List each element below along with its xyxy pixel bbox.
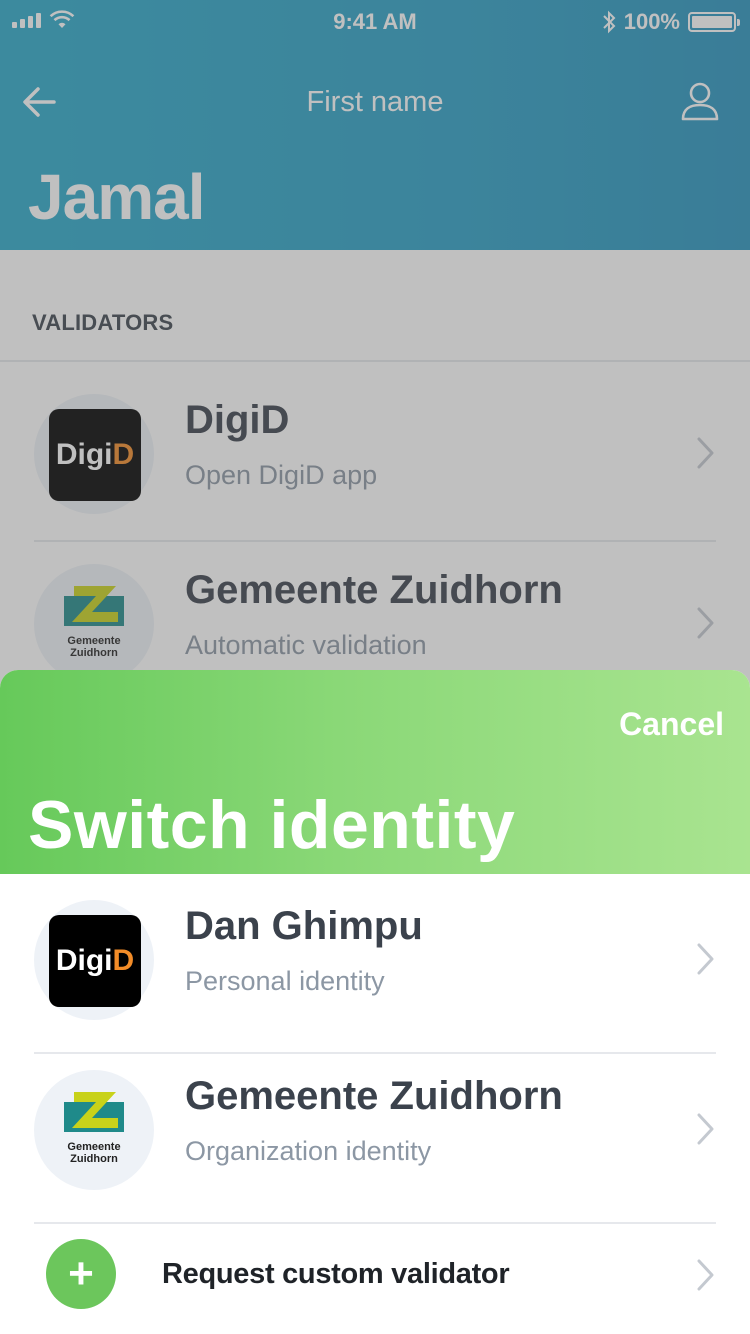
identity-row-personal[interactable]: Digi D Dan Ghimpu Personal identity xyxy=(0,874,750,1044)
sheet-title: Switch identity xyxy=(28,787,516,863)
logo-container: Gemeente Zuidhorn xyxy=(34,1070,154,1190)
svg-text:Gemeente: Gemeente xyxy=(67,1141,120,1153)
identity-title: Dan Ghimpu xyxy=(185,904,423,948)
chevron-right-icon xyxy=(697,1113,714,1145)
plus-icon[interactable]: + xyxy=(46,1239,116,1309)
svg-text:Zuidhorn: Zuidhorn xyxy=(70,1153,118,1165)
identity-row-organization[interactable]: Gemeente Zuidhorn Gemeente Zuidhorn Orga… xyxy=(0,1044,750,1214)
switch-identity-sheet: Cancel Switch identity Digi D Dan Ghimpu … xyxy=(0,670,750,1334)
identity-subtitle: Organization identity xyxy=(185,1136,432,1166)
sheet-header: Cancel Switch identity xyxy=(0,670,750,874)
identity-list: Digi D Dan Ghimpu Personal identity Gemee… xyxy=(0,874,750,1334)
digid-logo: Digi D xyxy=(49,915,141,1007)
chevron-right-icon xyxy=(697,1259,714,1291)
identity-title: Gemeente Zuidhorn xyxy=(185,1074,563,1118)
request-custom-validator-row[interactable]: + Request custom validator xyxy=(0,1224,750,1334)
cancel-button[interactable]: Cancel xyxy=(619,706,724,743)
logo-container: Digi D xyxy=(34,900,154,1020)
gemeente-zuidhorn-logo: Gemeente Zuidhorn xyxy=(64,1092,124,1165)
request-custom-validator-label: Request custom validator xyxy=(162,1258,510,1290)
identity-subtitle: Personal identity xyxy=(185,966,385,996)
chevron-right-icon xyxy=(697,943,714,975)
